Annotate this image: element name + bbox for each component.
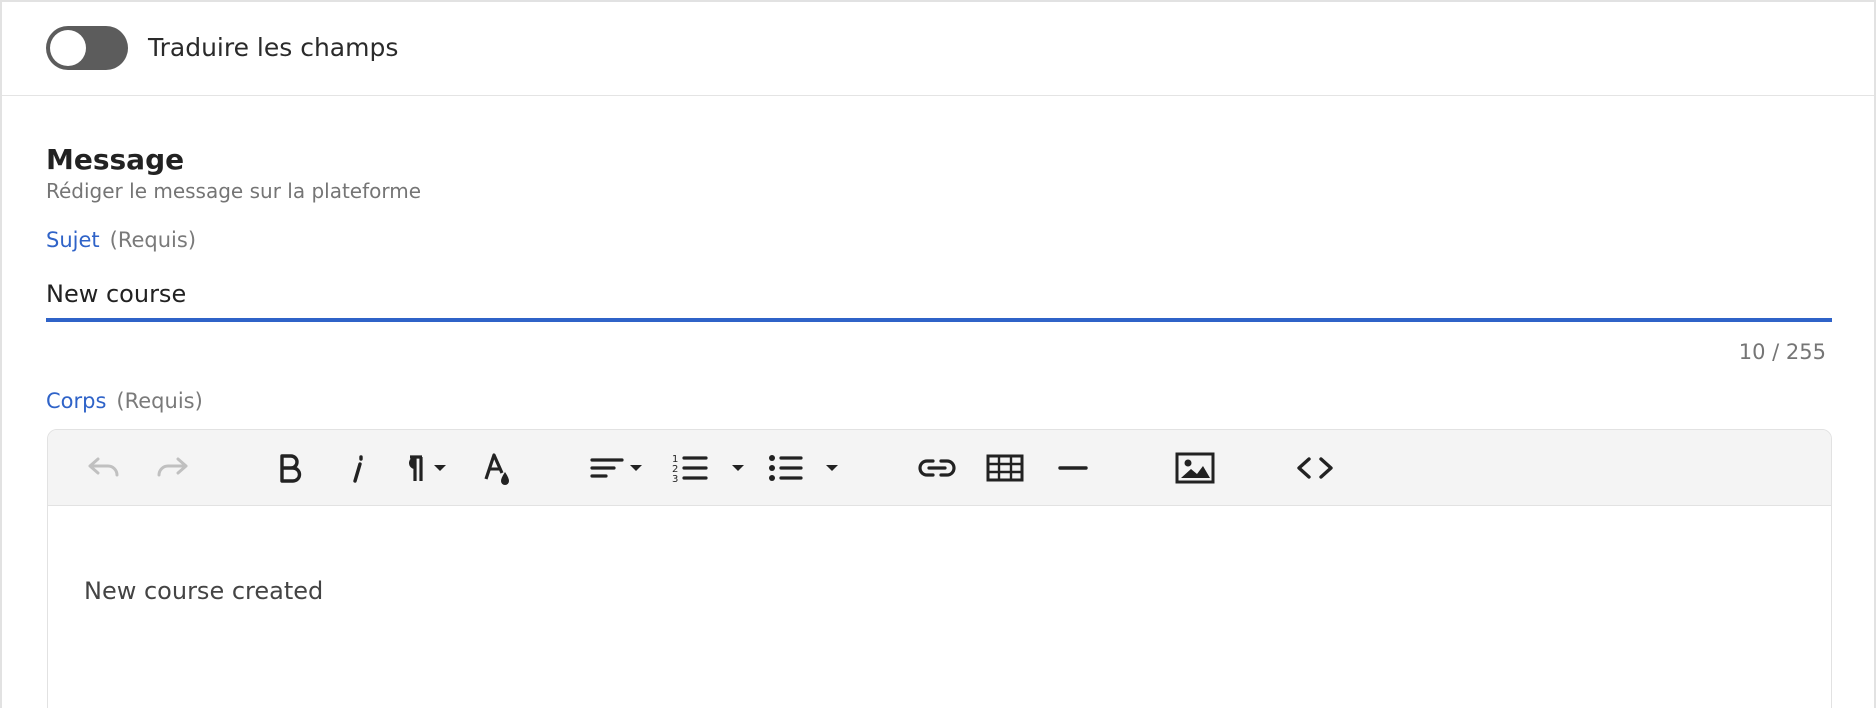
horizontal-rule-button[interactable] [1048, 446, 1098, 490]
paragraph-icon [409, 455, 446, 481]
redo-button[interactable] [150, 446, 194, 490]
message-form-panel: Traduire les champs Message Rédiger le m… [0, 0, 1876, 708]
image-icon [1175, 452, 1215, 484]
alignment-button[interactable] [588, 446, 648, 490]
svg-text:3: 3 [672, 474, 678, 485]
undo-button[interactable] [82, 446, 126, 490]
link-button[interactable] [912, 446, 962, 490]
paragraph-format-button[interactable] [396, 446, 452, 490]
subject-char-counter: 10 / 255 [1738, 340, 1826, 364]
italic-button[interactable] [338, 446, 378, 490]
bullet-list-button[interactable] [764, 446, 848, 490]
subject-label-text: Sujet [46, 228, 100, 252]
horizontal-rule-icon [1058, 466, 1088, 470]
body-required-tag: (Requis) [116, 389, 203, 413]
bold-icon [280, 454, 302, 483]
editor-toolbar: 123 [48, 430, 1831, 506]
table-icon [986, 454, 1024, 482]
table-button[interactable] [980, 446, 1030, 490]
align-left-icon [590, 458, 642, 478]
toggle-knob [50, 30, 86, 66]
subject-required-tag: (Requis) [109, 228, 197, 252]
undo-icon [88, 457, 119, 477]
rich-text-editor: 123 New course created [47, 429, 1832, 708]
bullet-list-icon [769, 455, 838, 481]
subject-label: Sujet (Requis) [46, 226, 196, 254]
subject-input[interactable] [46, 270, 1832, 322]
text-color-icon [484, 453, 509, 485]
translate-fields-row: Traduire les champs [2, 2, 1874, 96]
link-icon [918, 459, 956, 477]
body-label-text: Corps [46, 389, 107, 413]
body-label: Corps (Requis) [46, 387, 203, 415]
redo-icon [157, 457, 188, 477]
code-icon [1297, 457, 1333, 479]
section-subtitle: Rédiger le message sur la plateforme [46, 179, 422, 203]
translate-fields-label: Traduire les champs [148, 33, 399, 62]
source-code-button[interactable] [1288, 446, 1342, 490]
section-title: Message [46, 143, 185, 176]
ordered-list-button[interactable]: 123 [668, 446, 752, 490]
translate-fields-toggle[interactable] [46, 26, 128, 70]
insert-image-button[interactable] [1168, 446, 1222, 490]
italic-icon [353, 455, 363, 483]
ordered-list-icon: 123 [672, 454, 744, 485]
bold-button[interactable] [270, 446, 310, 490]
text-color-button[interactable] [478, 446, 518, 490]
editor-content[interactable]: New course created [84, 575, 323, 607]
